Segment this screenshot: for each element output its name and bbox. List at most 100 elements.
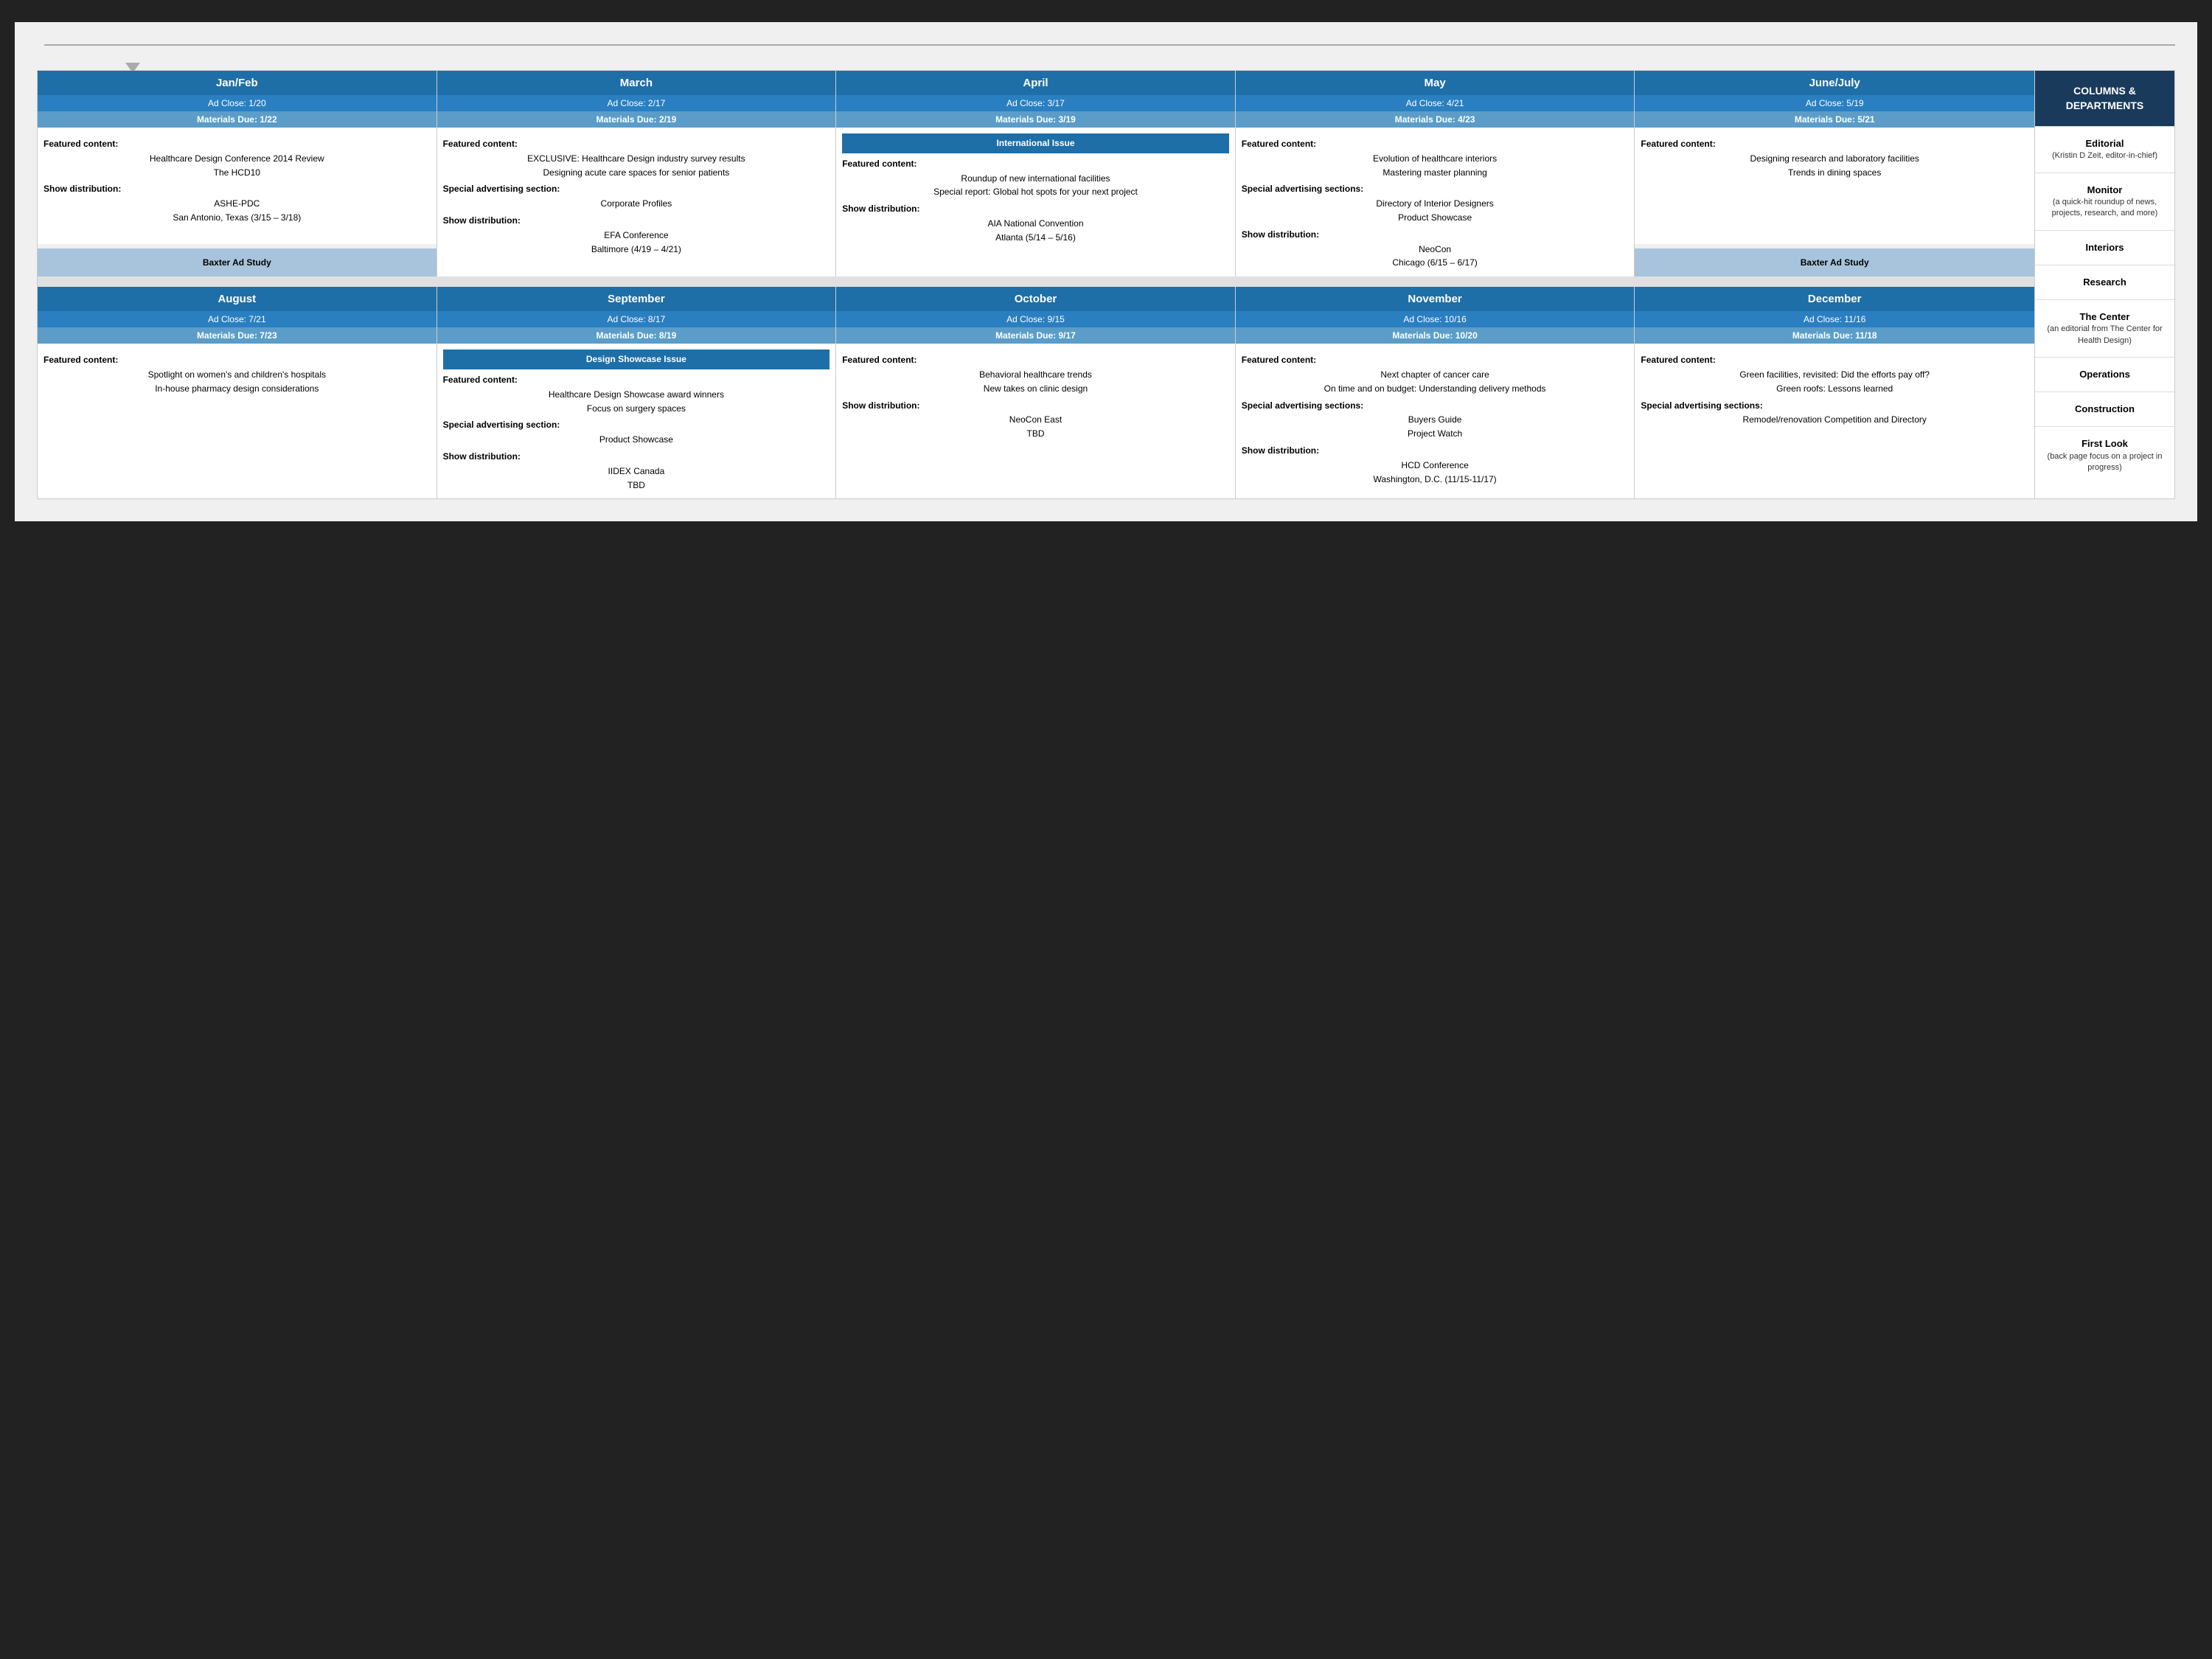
sidebar-item: Operations — [2035, 357, 2174, 392]
show-dist-item: TBD — [842, 428, 1229, 440]
featured-item: Next chapter of cancer care — [1242, 369, 1629, 381]
sidebar-item: Construction — [2035, 392, 2174, 426]
month-col-december: DecemberAd Close: 11/16Materials Due: 11… — [1635, 287, 2034, 498]
materials-due: Materials Due: 3/19 — [836, 111, 1235, 128]
month-body: Featured content: Designing research and … — [1635, 128, 2034, 244]
main-layout: Jan/FebAd Close: 1/20Materials Due: 1/22… — [37, 70, 2175, 499]
left-section: Jan/FebAd Close: 1/20Materials Due: 1/22… — [38, 71, 2034, 498]
featured-label: Featured content: — [1641, 354, 2028, 366]
sidebar-item-title: Research — [2042, 276, 2167, 289]
month-body: Featured content:EXCLUSIVE: Healthcare D… — [437, 128, 836, 276]
sidebar-item-title: Construction — [2042, 403, 2167, 416]
month-name: September — [437, 287, 836, 311]
month-col-janfeb: Jan/FebAd Close: 1/20Materials Due: 1/22… — [38, 71, 437, 276]
sidebar-item: Interiors — [2035, 230, 2174, 265]
featured-item: On time and on budget: Understanding del… — [1242, 383, 1629, 395]
featured-item: Behavioral healthcare trends — [842, 369, 1229, 381]
sidebar-item-sub: (a quick-hit roundup of news, projects, … — [2042, 197, 2167, 220]
month-name: December — [1635, 287, 2034, 311]
sidebar-item: The Center(an editorial from The Center … — [2035, 299, 2174, 357]
featured-item: Green roofs: Lessons learned — [1641, 383, 2028, 395]
month-col-march: MarchAd Close: 2/17Materials Due: 2/19Fe… — [437, 71, 837, 276]
ad-close: Ad Close: 10/16 — [1236, 311, 1635, 327]
materials-due: Materials Due: 1/22 — [38, 111, 437, 128]
sidebar-item-title: Interiors — [2042, 241, 2167, 254]
sidebar-item-title: Editorial — [2042, 137, 2167, 150]
materials-due: Materials Due: 8/19 — [437, 327, 836, 344]
special-ad-item: Corporate Profiles — [443, 198, 830, 210]
month-body: International IssueFeatured content:Roun… — [836, 128, 1235, 276]
featured-label: Featured content: — [1641, 138, 2028, 150]
month-body: Design Showcase IssueFeatured content:He… — [437, 344, 836, 498]
featured-item: Evolution of healthcare interiors — [1242, 153, 1629, 165]
featured-item: Roundup of new international facilities — [842, 173, 1229, 185]
featured-item: In-house pharmacy design considerations — [44, 383, 431, 395]
month-name: October — [836, 287, 1235, 311]
sidebar-item-title: The Center — [2042, 310, 2167, 324]
month-col-september: SeptemberAd Close: 8/17Materials Due: 8/… — [437, 287, 837, 498]
show-dist-item: San Antonio, Texas (3/15 – 3/18) — [44, 212, 431, 224]
sidebar-item: Monitor(a quick-hit roundup of news, pro… — [2035, 173, 2174, 230]
sidebar-item: Editorial(Kristin D Zeit, editor-in-chie… — [2035, 126, 2174, 173]
sidebar-header: COLUMNS & DEPARTMENTS — [2035, 71, 2174, 126]
featured-item: Green facilities, revisited: Did the eff… — [1641, 369, 2028, 381]
featured-label: Featured content: — [1242, 354, 1629, 366]
special-ad-item: Remodel/renovation Competition and Direc… — [1641, 414, 2028, 426]
month-name: June/July — [1635, 71, 2034, 95]
featured-item: Designing research and laboratory facili… — [1641, 153, 2028, 165]
featured-item: EXCLUSIVE: Healthcare Design industry su… — [443, 153, 830, 165]
show-dist-label: Show distribution: — [44, 183, 431, 195]
show-dist-item: Washington, D.C. (11/15-11/17) — [1242, 473, 1629, 486]
month-name: March — [437, 71, 836, 95]
title-underline — [44, 44, 2175, 46]
show-dist-item: ASHE-PDC — [44, 198, 431, 210]
month-name: August — [38, 287, 437, 311]
special-ad-item: Product Showcase — [443, 434, 830, 446]
special-ad-item: Directory of Interior Designers — [1242, 198, 1629, 210]
featured-item: Spotlight on women's and children's hosp… — [44, 369, 431, 381]
featured-label: Featured content: — [1242, 138, 1629, 150]
baxter-ad-study: Baxter Ad Study — [38, 248, 437, 276]
materials-due: Materials Due: 9/17 — [836, 327, 1235, 344]
sidebar-item-title: Operations — [2042, 368, 2167, 381]
show-dist-item: IIDEX Canada — [443, 465, 830, 478]
month-col-april: AprilAd Close: 3/17Materials Due: 3/19In… — [836, 71, 1236, 276]
sidebar-item-sub: (an editorial from The Center for Health… — [2042, 324, 2167, 347]
baxter-ad-study: Baxter Ad Study — [1635, 248, 2034, 276]
sidebar-item-title: Monitor — [2042, 184, 2167, 197]
page: Jan/FebAd Close: 1/20Materials Due: 1/22… — [15, 22, 2197, 521]
show-dist-item: Baltimore (4/19 – 4/21) — [443, 243, 830, 256]
show-dist-label: Show distribution: — [1242, 229, 1629, 241]
show-dist-label: Show distribution: — [842, 203, 1229, 215]
special-ad-item: Buyers Guide — [1242, 414, 1629, 426]
show-dist-item: NeoCon — [1242, 243, 1629, 256]
special-ad-label: Special advertising sections: — [1242, 183, 1629, 195]
featured-label: Featured content: — [842, 354, 1229, 366]
ad-close: Ad Close: 7/21 — [38, 311, 437, 327]
month-name: May — [1236, 71, 1635, 95]
show-dist-label: Show distribution: — [842, 400, 1229, 412]
month-body: Featured content: Green facilities, revis… — [1635, 344, 2034, 498]
month-name: November — [1236, 287, 1635, 311]
title-area — [37, 44, 2175, 49]
materials-due: Materials Due: 2/19 — [437, 111, 836, 128]
ad-close: Ad Close: 4/21 — [1236, 95, 1635, 111]
show-dist-label: Show distribution: — [443, 451, 830, 463]
special-ad-label: Special advertising section: — [443, 419, 830, 431]
sidebar-item-sub: (back page focus on a project in progres… — [2042, 451, 2167, 474]
materials-due: Materials Due: 5/21 — [1635, 111, 2034, 128]
show-dist-item: TBD — [443, 479, 830, 492]
featured-label: Featured content: — [842, 158, 1229, 170]
featured-item: Healthcare Design Conference 2014 Review — [44, 153, 431, 165]
month-col-junejuly: June/JulyAd Close: 5/19Materials Due: 5/… — [1635, 71, 2034, 276]
month-body: Featured content: Evolution of healthcare… — [1236, 128, 1635, 276]
month-body: Featured content:Spotlight on women's an… — [38, 344, 437, 498]
featured-item: Special report: Global hot spots for you… — [842, 186, 1229, 198]
show-dist-item: AIA National Convention — [842, 218, 1229, 230]
sidebar-item: Research — [2035, 265, 2174, 299]
sidebar-item: First Look(back page focus on a project … — [2035, 426, 2174, 484]
ad-close: Ad Close: 9/15 — [836, 311, 1235, 327]
show-dist-item: EFA Conference — [443, 229, 830, 242]
month-col-august: AugustAd Close: 7/21Materials Due: 7/23F… — [38, 287, 437, 498]
bottom-months-row: AugustAd Close: 7/21Materials Due: 7/23F… — [38, 287, 2034, 498]
